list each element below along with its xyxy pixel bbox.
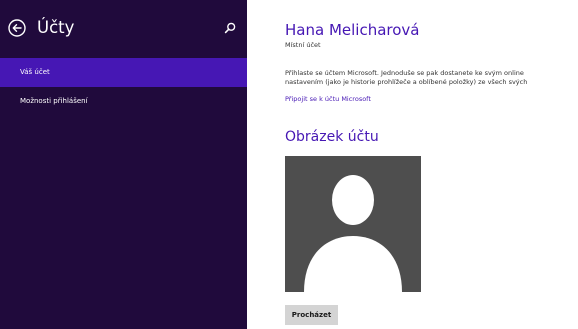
back-button[interactable]: [8, 19, 26, 37]
description-line-1: Přihlaste se účtem Microsoft. Jednoduše …: [285, 69, 524, 77]
back-arrow-icon: [8, 19, 26, 37]
browse-button[interactable]: Procházet: [285, 305, 338, 325]
sidebar-item-label: Váš účet: [20, 68, 50, 76]
sidebar-title: Účty: [37, 18, 75, 37]
sidebar-item-your-account[interactable]: Váš účet: [0, 58, 247, 87]
sidebar: Účty Váš účet Možnosti přihlášení: [0, 0, 247, 329]
account-type: Místní účet: [285, 41, 321, 49]
sidebar-item-label: Možnosti přihlášení: [20, 97, 88, 105]
connect-microsoft-account-link[interactable]: Připojit se k účtu Microsoft: [285, 95, 371, 104]
sidebar-nav: Váš účet Možnosti přihlášení: [0, 58, 247, 116]
sidebar-item-sign-in-options[interactable]: Možnosti přihlášení: [0, 87, 247, 116]
account-picture-title: Obrázek účtu: [285, 129, 379, 145]
user-silhouette-icon: [304, 175, 402, 292]
account-description: Přihlaste se účtem Microsoft. Jednoduše …: [285, 69, 578, 86]
user-name: Hana Melicharová: [285, 21, 420, 39]
search-icon[interactable]: [223, 21, 237, 35]
sidebar-header: Účty: [8, 16, 240, 48]
description-line-2: nastavením (jako je historie prohlížeče …: [285, 77, 528, 86]
main-content: Hana Melicharová Místní účet Přihlaste s…: [285, 0, 578, 329]
account-picture: [285, 156, 421, 292]
